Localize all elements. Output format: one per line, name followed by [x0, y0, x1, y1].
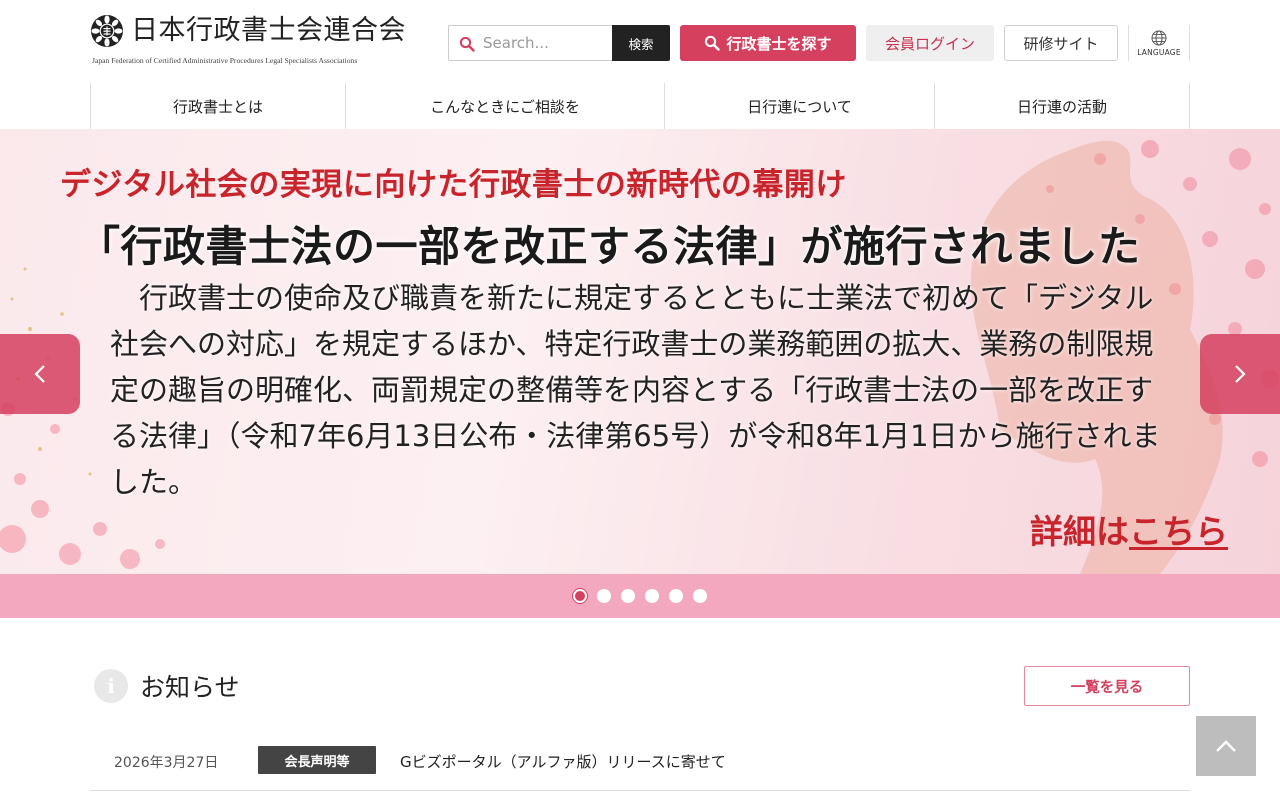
language-label: LANGUAGE — [1137, 47, 1181, 57]
info-icon: i — [94, 669, 128, 703]
training-site-button[interactable]: 研修サイト — [1004, 25, 1118, 61]
chevron-up-icon — [1216, 740, 1236, 752]
slider-pagination — [0, 574, 1280, 618]
view-all-news-button[interactable]: 一覧を見る — [1024, 666, 1190, 706]
search-button[interactable]: 検索 — [612, 25, 670, 61]
hero-details-prefix: 詳細は — [1030, 512, 1129, 551]
global-nav: 行政書士とは こんなときにご相談を 日行連について 日行連の活動 — [90, 83, 1190, 129]
slider-dot[interactable] — [693, 589, 707, 603]
news-date: 2026年3月27日 — [114, 755, 219, 771]
language-selector[interactable]: LANGUAGE — [1128, 25, 1190, 61]
hero-body-text: 行政書士の使命及び職責を新たに規定するとともに士業法で初めて「デジタル社会への対… — [110, 281, 1161, 499]
site-logo[interactable]: 日本行政書士会連合会 Japan Federation of Certified… — [90, 12, 422, 70]
chevron-right-icon — [1235, 365, 1246, 383]
slider-dot[interactable] — [645, 589, 659, 603]
news-category-badge: 会長声明等 — [258, 746, 376, 774]
site-header: 日本行政書士会連合会 Japan Federation of Certified… — [0, 0, 1280, 129]
federation-emblem-icon — [91, 15, 123, 47]
logo-subtitle: Japan Federation of Certified Administra… — [92, 56, 358, 65]
hero-law-title: 「行政書士法の一部を改正する法律」が施行されました — [78, 222, 1141, 271]
hero-headline: デジタル社会の実現に向けた行政書士の新時代の幕開け — [60, 167, 847, 203]
find-specialist-label: 行政書士を探す — [726, 34, 832, 53]
globe-icon — [1151, 30, 1167, 45]
chevron-left-icon — [34, 365, 45, 383]
member-login-button[interactable]: 会員ログイン — [866, 25, 994, 61]
news-item-title[interactable]: Gビズポータル（アルファ版）リリースに寄せて — [400, 751, 726, 772]
slider-dot[interactable] — [597, 589, 611, 603]
find-specialist-button[interactable]: 行政書士を探す — [680, 25, 856, 61]
slider-dot[interactable] — [573, 589, 587, 603]
news-heading: i お知らせ — [94, 668, 240, 704]
slider-prev-button[interactable] — [0, 334, 80, 414]
slider-dot[interactable] — [669, 589, 683, 603]
hero-slider[interactable]: デジタル社会の実現に向けた行政書士の新時代の幕開け 「行政書士法の一部を改正する… — [0, 129, 1280, 574]
hero-details-link-text[interactable]: こちら — [1129, 512, 1228, 551]
news-list-item[interactable]: 2026年3月27日 会長声明等 Gビズポータル（アルファ版）リリースに寄せて — [90, 740, 1190, 791]
search-input[interactable] — [483, 30, 611, 56]
news-title: お知らせ — [140, 673, 240, 702]
search-icon — [459, 36, 475, 52]
nav-item-activities[interactable]: 日行連の活動 — [935, 83, 1190, 129]
hero-details-link[interactable]: 詳細はこちら — [1030, 505, 1228, 553]
nav-item-about-federation[interactable]: 日行連について — [665, 83, 935, 129]
search-icon — [705, 35, 721, 51]
logo-title: 日本行政書士会連合会 — [131, 15, 406, 46]
nav-item-consultation[interactable]: こんなときにご相談を — [346, 83, 665, 129]
slider-next-button[interactable] — [1200, 334, 1280, 414]
nav-item-about-specialists[interactable]: 行政書士とは — [91, 83, 346, 129]
back-to-top-button[interactable] — [1196, 716, 1256, 776]
slider-dot[interactable] — [621, 589, 635, 603]
